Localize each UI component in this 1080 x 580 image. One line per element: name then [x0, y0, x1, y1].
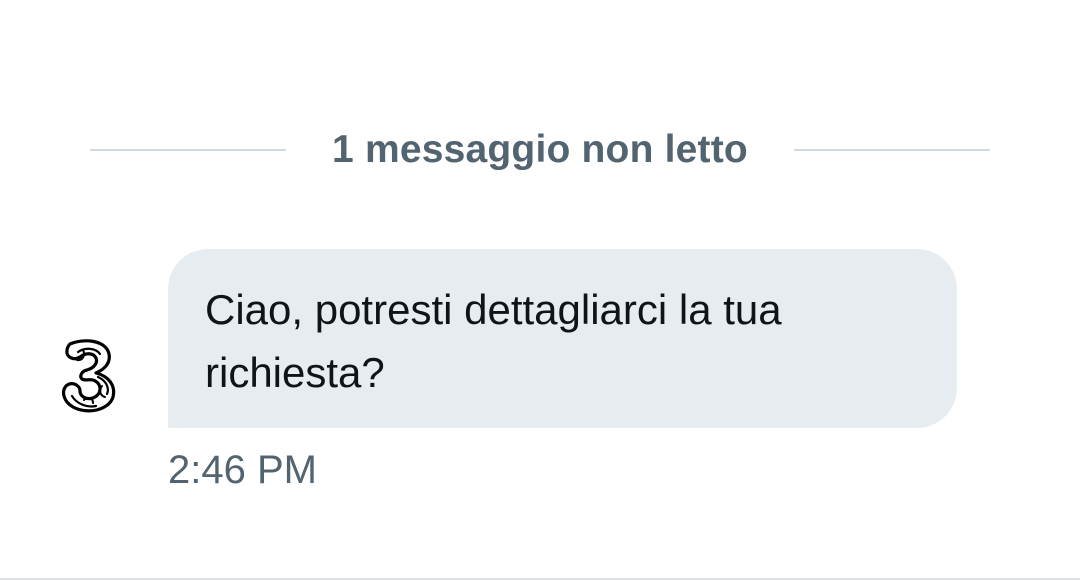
- divider-line-right: [793, 149, 990, 151]
- three-logo-icon[interactable]: [58, 336, 122, 414]
- message-text: Ciao, potresti dettagliarci la tua richi…: [205, 286, 782, 396]
- divider-line-left: [90, 149, 287, 151]
- unread-divider: 1 messaggio non letto: [90, 125, 990, 175]
- message-bubble[interactable]: Ciao, potresti dettagliarci la tua richi…: [168, 249, 957, 428]
- message-timestamp: 2:46 PM: [168, 448, 317, 492]
- unread-count-label: 1 messaggio non letto: [332, 128, 748, 171]
